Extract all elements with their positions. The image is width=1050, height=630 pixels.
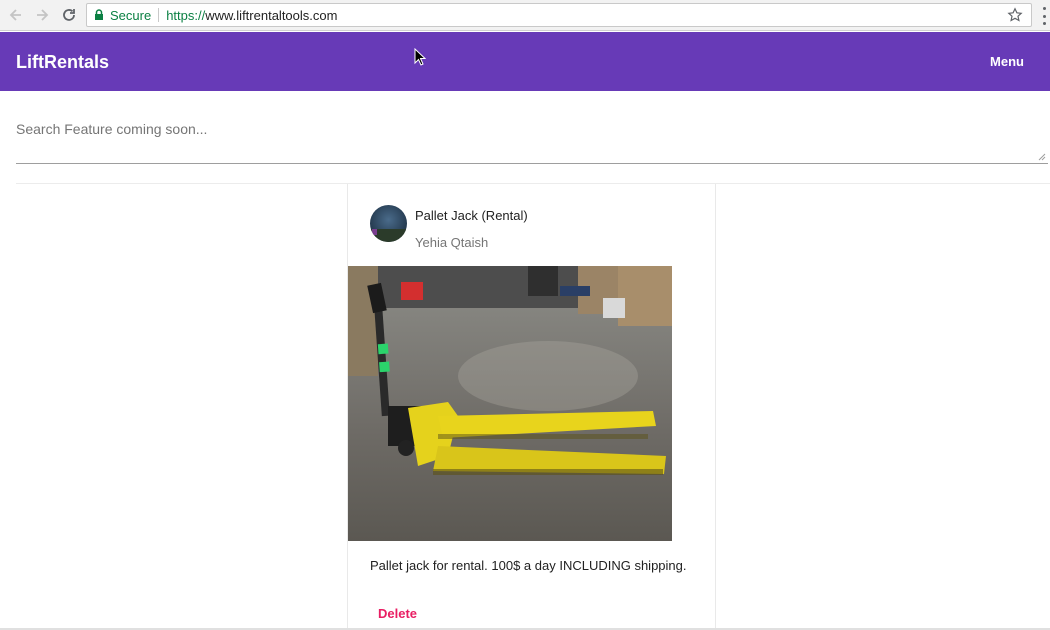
reload-button[interactable] [60, 6, 78, 24]
search-input[interactable] [16, 111, 1048, 163]
browser-menu-button[interactable] [1041, 7, 1047, 25]
kebab-menu-icon [1042, 7, 1046, 10]
brand-title[interactable]: LiftRentals [16, 52, 109, 73]
reload-icon [63, 9, 75, 21]
avatar[interactable] [370, 205, 407, 242]
url-host: www.liftrentaltools.com [205, 7, 338, 23]
lock-icon [94, 9, 104, 21]
browser-toolbar: Secure https://www.liftrentaltools.com [0, 0, 1050, 31]
forward-button[interactable] [33, 6, 51, 24]
post-photo [348, 266, 672, 541]
omnibox-separator [158, 8, 160, 22]
app-bar: LiftRentals Menu [0, 32, 1050, 91]
post-title: Pallet Jack (Rental) [415, 208, 528, 223]
address-bar[interactable]: Secure https://www.liftrentaltools.com [86, 3, 1032, 27]
mouse-cursor-icon [414, 48, 427, 66]
arrow-right-icon [37, 9, 49, 21]
post-description: Pallet jack for rental. 100$ a day INCLU… [370, 558, 687, 573]
post-author: Yehia Qtaish [415, 235, 489, 250]
resize-handle-icon[interactable] [1038, 153, 1046, 161]
secure-label: Secure [110, 7, 152, 23]
url-scheme: https:// [166, 7, 206, 23]
delete-button[interactable]: Delete [378, 606, 417, 621]
arrow-left-icon [9, 9, 21, 21]
search-field [16, 111, 1048, 164]
menu-button[interactable]: Menu [990, 54, 1024, 69]
back-button[interactable] [7, 6, 25, 24]
post-card: Pallet Jack (Rental) Yehia Qtaish Pallet… [347, 184, 716, 630]
star-icon [1007, 7, 1023, 22]
bookmark-star-button[interactable] [1007, 7, 1023, 23]
